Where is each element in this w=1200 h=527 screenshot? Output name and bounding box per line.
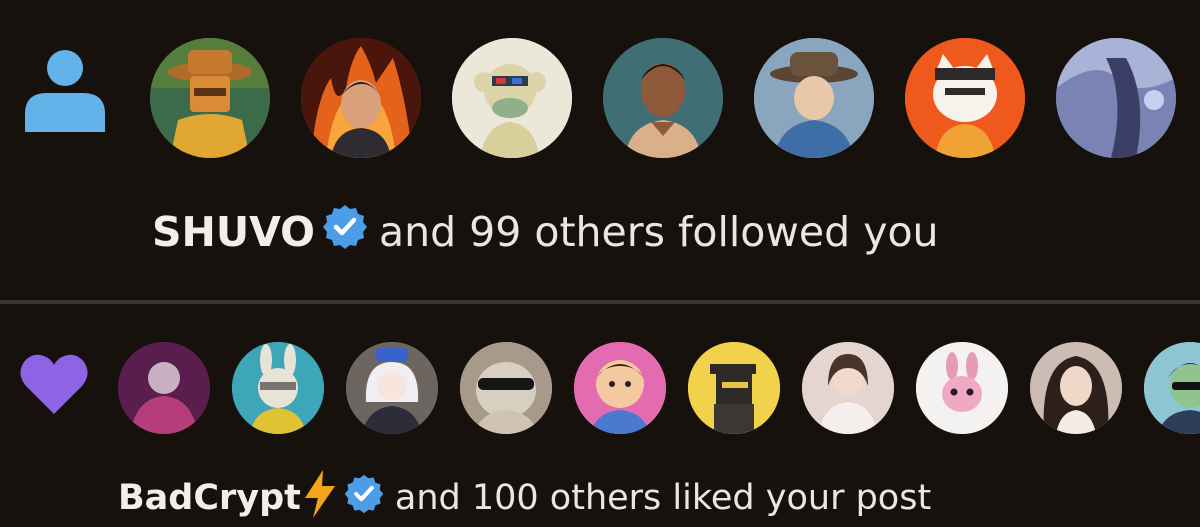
follower-avatar[interactable] — [301, 38, 421, 158]
liker-avatar[interactable] — [802, 342, 894, 434]
liker-avatars — [118, 342, 1200, 434]
liker-avatar[interactable] — [460, 342, 552, 434]
person-icon — [22, 48, 108, 136]
follower-avatar[interactable] — [150, 38, 270, 158]
verified-badge-icon — [343, 473, 385, 524]
notification-follow[interactable]: SHUVO and 99 others followed you — [0, 0, 1200, 300]
follower-avatars — [150, 38, 1176, 158]
follower-avatar[interactable] — [452, 38, 572, 158]
heart-icon — [18, 352, 90, 420]
follower-avatar[interactable] — [754, 38, 874, 158]
notification-text: BadCrypt and 100 others liked your post — [118, 469, 932, 527]
verified-badge-icon — [321, 203, 369, 261]
liker-avatar[interactable] — [346, 342, 438, 434]
actor-name[interactable]: SHUVO — [152, 208, 315, 256]
action-text: and 99 others followed you — [379, 208, 939, 256]
lightning-bolt-icon — [303, 469, 337, 527]
liker-avatar[interactable] — [232, 342, 324, 434]
notification-like[interactable]: BadCrypt and 100 others liked your post — [0, 304, 1200, 518]
notification-text: SHUVO and 99 others followed you — [152, 200, 939, 264]
liker-avatar[interactable] — [688, 342, 780, 434]
follower-avatar[interactable] — [603, 38, 723, 158]
liker-avatar[interactable] — [916, 342, 1008, 434]
liker-avatar[interactable] — [1030, 342, 1122, 434]
follower-avatar[interactable] — [1056, 38, 1176, 158]
liker-avatar[interactable] — [1144, 342, 1200, 434]
liker-avatar[interactable] — [118, 342, 210, 434]
follower-avatar[interactable] — [905, 38, 1025, 158]
actor-name[interactable]: BadCrypt — [118, 478, 301, 518]
liker-avatar[interactable] — [574, 342, 666, 434]
action-text: and 100 others liked your post — [394, 478, 932, 518]
